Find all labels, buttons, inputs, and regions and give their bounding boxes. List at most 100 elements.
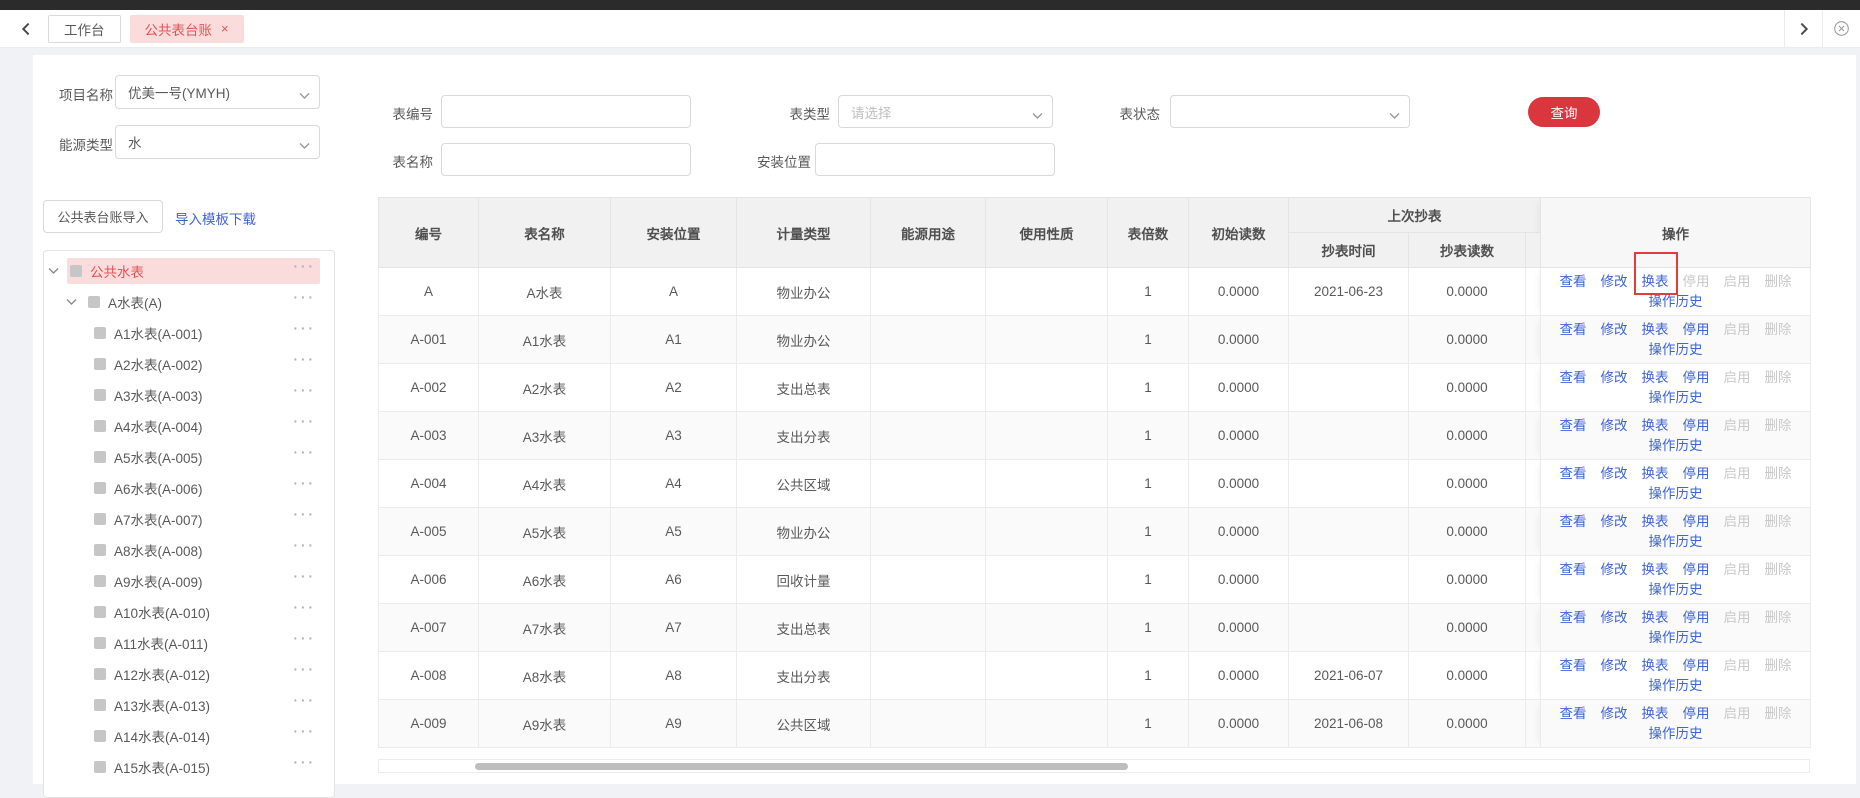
meter-name-input[interactable]: [441, 143, 691, 176]
action-disable-link[interactable]: 停用: [1683, 320, 1710, 340]
action-replace-meter-link[interactable]: 换表: [1642, 512, 1669, 532]
tree-item[interactable]: A9水表(A-009) ···: [44, 565, 334, 596]
action-replace-meter-link[interactable]: 换表: [1642, 416, 1669, 436]
tree-item[interactable]: A14水表(A-014) ···: [44, 720, 334, 751]
tree-item[interactable]: 公共水表 ···: [44, 255, 334, 286]
action-view-link[interactable]: 查看: [1560, 656, 1587, 676]
action-history-link[interactable]: 操作历史: [1649, 436, 1703, 456]
action-edit-link[interactable]: 修改: [1601, 608, 1628, 628]
action-disable-link[interactable]: 停用: [1683, 656, 1710, 676]
forward-icon[interactable]: [1784, 10, 1822, 47]
tab-public-meter-ledger[interactable]: 公共表台账 ×: [129, 14, 244, 43]
action-replace-meter-link[interactable]: 换表: [1642, 704, 1669, 724]
tree-item[interactable]: A13水表(A-013) ···: [44, 689, 334, 720]
tree-item[interactable]: A2水表(A-002) ···: [44, 348, 334, 379]
action-disable-link[interactable]: 停用: [1683, 560, 1710, 580]
action-disable-link[interactable]: 停用: [1683, 416, 1710, 436]
back-icon[interactable]: [12, 10, 40, 47]
tree-item[interactable]: A1水表(A-001) ···: [44, 317, 334, 348]
tree-item[interactable]: A12水表(A-012) ···: [44, 658, 334, 689]
action-disable-link[interactable]: 停用: [1683, 512, 1710, 532]
action-disable-link[interactable]: 停用: [1683, 608, 1710, 628]
more-actions-icon[interactable]: ···: [294, 693, 317, 708]
action-replace-meter-link[interactable]: 换表: [1642, 464, 1669, 484]
action-edit-link[interactable]: 修改: [1601, 560, 1628, 580]
horizontal-scrollbar-thumb[interactable]: [475, 763, 1128, 770]
tree-item[interactable]: A7水表(A-007) ···: [44, 503, 334, 534]
tree-item[interactable]: A11水表(A-011) ···: [44, 627, 334, 658]
action-history-link[interactable]: 操作历史: [1649, 724, 1703, 744]
template-download-link[interactable]: 导入模板下载: [175, 208, 256, 228]
more-actions-icon[interactable]: ···: [294, 755, 317, 770]
action-replace-meter-link[interactable]: 换表: [1642, 320, 1669, 340]
action-view-link[interactable]: 查看: [1560, 416, 1587, 436]
action-history-link[interactable]: 操作历史: [1649, 628, 1703, 648]
action-replace-meter-link[interactable]: 换表: [1642, 608, 1669, 628]
tree-item[interactable]: A水表(A) ···: [44, 286, 334, 317]
more-actions-icon[interactable]: ···: [294, 445, 317, 460]
more-actions-icon[interactable]: ···: [294, 383, 317, 398]
meter-no-input[interactable]: [441, 95, 691, 128]
action-replace-meter-link[interactable]: 换表: [1642, 560, 1669, 580]
tree-item[interactable]: A15水表(A-015) ···: [44, 751, 334, 782]
more-actions-icon[interactable]: ···: [294, 259, 317, 274]
action-edit-link[interactable]: 修改: [1601, 320, 1628, 340]
action-edit-link[interactable]: 修改: [1601, 656, 1628, 676]
action-view-link[interactable]: 查看: [1560, 704, 1587, 724]
search-button[interactable]: 查询: [1528, 97, 1600, 127]
action-edit-link[interactable]: 修改: [1601, 512, 1628, 532]
action-view-link[interactable]: 查看: [1560, 320, 1587, 340]
tree-item[interactable]: A4水表(A-004) ···: [44, 410, 334, 441]
tree-item[interactable]: A6水表(A-006) ···: [44, 472, 334, 503]
action-history-link[interactable]: 操作历史: [1649, 292, 1703, 312]
tree-expand-caret-icon[interactable]: [48, 267, 60, 275]
action-disable-link[interactable]: 停用: [1683, 464, 1710, 484]
more-actions-icon[interactable]: ···: [294, 569, 317, 584]
action-disable-link[interactable]: 停用: [1683, 368, 1710, 388]
tab-workbench[interactable]: 工作台: [48, 14, 121, 43]
more-actions-icon[interactable]: ···: [294, 662, 317, 677]
action-history-link[interactable]: 操作历史: [1649, 388, 1703, 408]
action-history-link[interactable]: 操作历史: [1649, 340, 1703, 360]
import-ledger-button[interactable]: 公共表台账导入: [43, 200, 163, 233]
action-disable-link[interactable]: 停用: [1683, 704, 1710, 724]
more-actions-icon[interactable]: ···: [294, 507, 317, 522]
action-view-link[interactable]: 查看: [1560, 368, 1587, 388]
more-actions-icon[interactable]: ···: [294, 352, 317, 367]
tab-close-icon[interactable]: ×: [221, 22, 229, 35]
more-actions-icon[interactable]: ···: [294, 724, 317, 739]
more-actions-icon[interactable]: ···: [294, 631, 317, 646]
action-history-link[interactable]: 操作历史: [1649, 532, 1703, 552]
tree-expand-caret-icon[interactable]: [66, 298, 78, 306]
more-actions-icon[interactable]: ···: [294, 600, 317, 615]
action-edit-link[interactable]: 修改: [1601, 704, 1628, 724]
meter-type-select[interactable]: 请选择: [838, 95, 1053, 128]
meter-status-select[interactable]: [1170, 95, 1410, 128]
action-replace-meter-link[interactable]: 换表: [1642, 656, 1669, 676]
energy-type-select[interactable]: 水: [115, 125, 320, 159]
more-actions-icon[interactable]: ···: [294, 290, 317, 305]
install-location-input[interactable]: [815, 143, 1055, 176]
action-edit-link[interactable]: 修改: [1601, 272, 1628, 292]
action-view-link[interactable]: 查看: [1560, 272, 1587, 292]
action-replace-meter-link[interactable]: 换表: [1642, 368, 1669, 388]
action-history-link[interactable]: 操作历史: [1649, 676, 1703, 696]
tree-item[interactable]: A8水表(A-008) ···: [44, 534, 334, 565]
more-actions-icon[interactable]: ···: [294, 321, 317, 336]
more-actions-icon[interactable]: ···: [294, 476, 317, 491]
tree-item[interactable]: A10水表(A-010) ···: [44, 596, 334, 627]
action-edit-link[interactable]: 修改: [1601, 368, 1628, 388]
action-view-link[interactable]: 查看: [1560, 512, 1587, 532]
action-view-link[interactable]: 查看: [1560, 608, 1587, 628]
action-view-link[interactable]: 查看: [1560, 464, 1587, 484]
action-edit-link[interactable]: 修改: [1601, 416, 1628, 436]
tree-item[interactable]: A5水表(A-005) ···: [44, 441, 334, 472]
project-name-select[interactable]: 优美一号(YMYH): [115, 75, 320, 109]
action-replace-meter-link[interactable]: 换表: [1633, 251, 1678, 295]
more-actions-icon[interactable]: ···: [294, 538, 317, 553]
action-history-link[interactable]: 操作历史: [1649, 580, 1703, 600]
tree-item[interactable]: A3水表(A-003) ···: [44, 379, 334, 410]
action-history-link[interactable]: 操作历史: [1649, 484, 1703, 504]
more-actions-icon[interactable]: ···: [294, 414, 317, 429]
action-edit-link[interactable]: 修改: [1601, 464, 1628, 484]
